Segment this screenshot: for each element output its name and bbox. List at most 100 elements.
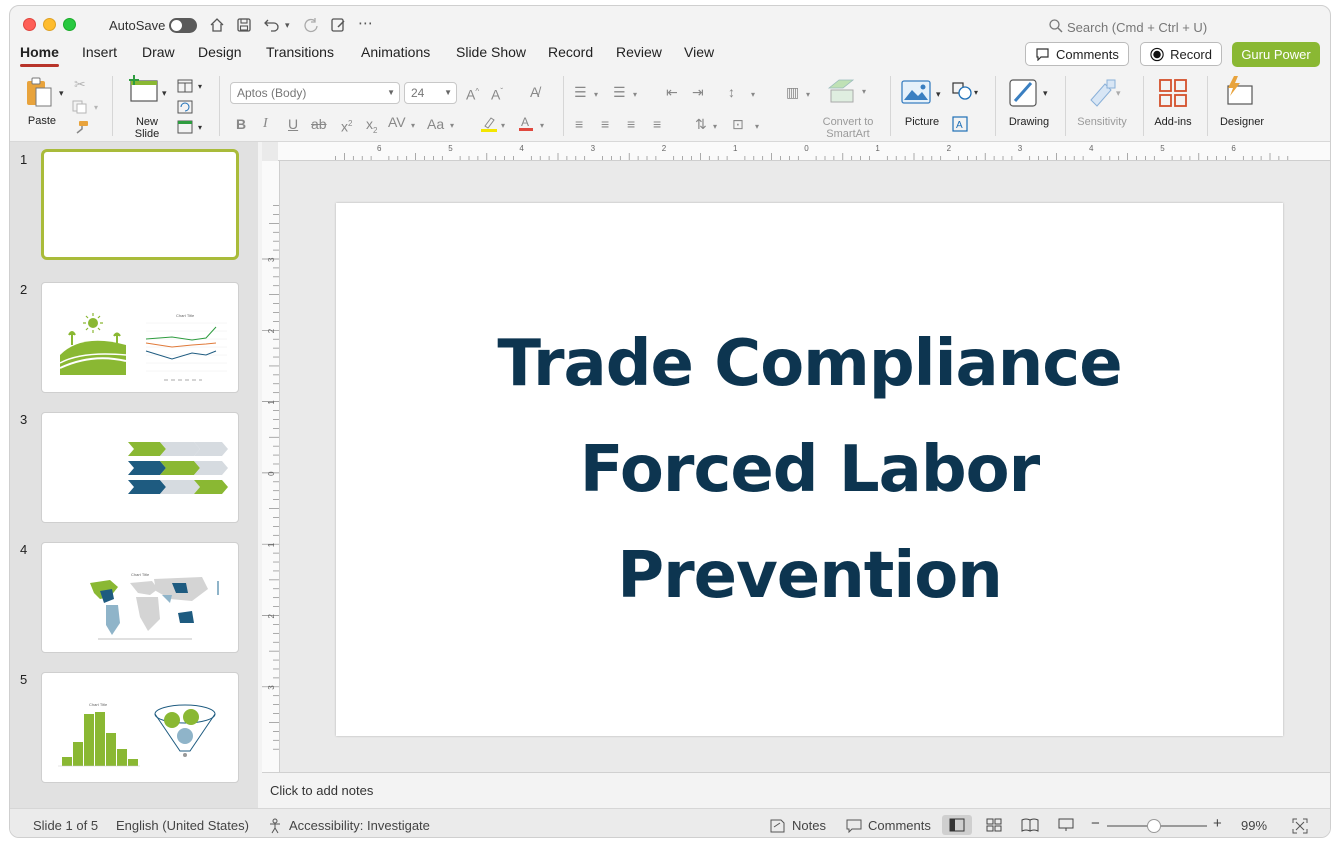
zoom-in-icon[interactable]: +: [1213, 815, 1222, 832]
tab-insert[interactable]: Insert: [82, 44, 117, 60]
tab-slide-show[interactable]: Slide Show: [456, 44, 526, 60]
search-input[interactable]: Search (Cmd + Ctrl + U): [1067, 20, 1207, 35]
italic-icon[interactable]: I: [263, 117, 268, 131]
highlight-icon[interactable]: [480, 116, 498, 132]
tab-transitions[interactable]: Transitions: [266, 44, 334, 60]
layout-dropdown-icon[interactable]: ▾: [198, 80, 202, 94]
add-ins-label[interactable]: Add-ins: [1150, 116, 1196, 128]
strikethrough-icon[interactable]: ab: [311, 117, 327, 131]
numbering-icon[interactable]: ☰: [613, 85, 626, 99]
decrease-indent-icon[interactable]: ⇤: [666, 85, 678, 99]
comments-button[interactable]: Comments: [1025, 42, 1129, 66]
new-slide-label-2[interactable]: Slide: [130, 128, 164, 140]
superscript-icon[interactable]: x2: [341, 117, 352, 134]
add-ins-icon[interactable]: [1159, 79, 1187, 107]
shapes-icon[interactable]: [952, 82, 972, 100]
chevron-down-icon[interactable]: ▾: [755, 120, 759, 134]
line-spacing-icon[interactable]: ↕: [728, 85, 735, 99]
sensitivity-icon[interactable]: [1087, 78, 1117, 108]
align-right-icon[interactable]: ≡: [627, 117, 635, 131]
slide-thumbnail-3[interactable]: [41, 412, 239, 523]
convert-smartart-label-1[interactable]: Convert to: [814, 116, 882, 128]
slide-thumbnail-4[interactable]: Chart Title: [41, 542, 239, 653]
sensitivity-label[interactable]: Sensitivity: [1074, 116, 1130, 128]
new-slide-dropdown-icon[interactable]: ▾: [162, 86, 167, 100]
tab-home[interactable]: Home: [20, 44, 59, 67]
chevron-down-icon[interactable]: ▾: [974, 86, 978, 100]
decrease-font-icon[interactable]: Aˇ: [491, 85, 503, 102]
slide-thumbnail-1[interactable]: [41, 149, 239, 260]
clear-formatting-icon[interactable]: A̸: [530, 85, 539, 99]
chevron-down-icon[interactable]: ▾: [501, 119, 505, 133]
tab-view[interactable]: View: [684, 44, 714, 60]
subscript-icon[interactable]: x2: [366, 117, 377, 138]
normal-view-button[interactable]: [942, 815, 972, 835]
increase-font-icon[interactable]: A^: [466, 85, 479, 102]
paste-dropdown-icon[interactable]: ▾: [59, 86, 64, 100]
drawing-icon[interactable]: [1009, 77, 1039, 109]
zoom-level[interactable]: 99%: [1241, 818, 1267, 833]
align-center-icon[interactable]: ≡: [601, 117, 609, 131]
tab-design[interactable]: Design: [198, 44, 242, 60]
autosave-toggle[interactable]: [169, 18, 197, 33]
font-size-select[interactable]: 24 ▼: [404, 82, 457, 104]
change-case-icon[interactable]: Aa: [427, 117, 444, 131]
convert-smartart-label-2[interactable]: SmartArt: [814, 128, 882, 140]
designer-label[interactable]: Designer: [1214, 116, 1270, 128]
character-spacing-icon[interactable]: AV: [388, 115, 406, 129]
bold-icon[interactable]: B: [236, 117, 246, 131]
picture-icon[interactable]: [901, 80, 931, 104]
drawing-label[interactable]: Drawing: [1004, 116, 1054, 128]
chevron-down-icon[interactable]: ▾: [594, 88, 598, 102]
section-dropdown-icon[interactable]: ▾: [198, 121, 202, 135]
designer-icon[interactable]: [1224, 76, 1254, 108]
zoom-slider-handle[interactable]: [1147, 819, 1161, 833]
picture-dropdown-icon[interactable]: ▾: [936, 87, 941, 101]
chevron-down-icon[interactable]: ▾: [862, 85, 866, 99]
notes-toggle[interactable]: Notes: [792, 818, 826, 833]
redo-icon[interactable]: [303, 17, 319, 33]
sensitivity-dropdown-icon[interactable]: ▾: [1116, 86, 1121, 100]
customize-icon[interactable]: [330, 17, 347, 33]
close-window-button[interactable]: [23, 18, 36, 31]
layout-icon[interactable]: [177, 79, 193, 93]
picture-label[interactable]: Picture: [898, 116, 946, 128]
language-status[interactable]: English (United States): [116, 818, 249, 833]
minimize-window-button[interactable]: [43, 18, 56, 31]
cut-icon[interactable]: ✂: [74, 77, 86, 91]
underline-icon[interactable]: U: [288, 117, 298, 131]
align-text-icon[interactable]: ⊡: [732, 117, 744, 131]
home-icon[interactable]: [209, 17, 225, 33]
reset-icon[interactable]: [177, 100, 193, 114]
text-direction-icon[interactable]: ⇅: [695, 117, 707, 131]
zoom-out-icon[interactable]: −: [1091, 815, 1100, 832]
tab-animations[interactable]: Animations: [361, 44, 430, 60]
copy-dropdown-icon[interactable]: ▾: [94, 101, 98, 115]
accessibility-icon[interactable]: [268, 818, 284, 834]
text-box-icon[interactable]: A: [952, 116, 968, 132]
tab-record[interactable]: Record: [548, 44, 593, 60]
slide-sorter-icon[interactable]: [986, 818, 1002, 832]
chevron-down-icon[interactable]: ▾: [751, 88, 755, 102]
drawing-dropdown-icon[interactable]: ▾: [1043, 86, 1048, 100]
record-button[interactable]: Record: [1140, 42, 1222, 66]
chevron-down-icon[interactable]: ▾: [411, 119, 415, 133]
fit-to-window-icon[interactable]: [1292, 818, 1308, 834]
smartart-icon[interactable]: [827, 78, 857, 104]
tab-review[interactable]: Review: [616, 44, 662, 60]
accessibility-status[interactable]: Accessibility: Investigate: [289, 818, 430, 833]
save-icon[interactable]: [236, 17, 252, 33]
slide-thumbnail-5[interactable]: Chart Title: [41, 672, 239, 783]
bullets-icon[interactable]: ☰: [574, 85, 587, 99]
slide-show-icon[interactable]: [1058, 818, 1074, 832]
comments-status-icon[interactable]: [846, 819, 862, 833]
slide-thumbnail-pane[interactable]: 1 2 Chart Title 3 4 Chart Title 5 Chart …: [10, 142, 258, 808]
guru-power-button[interactable]: Guru Power: [1232, 42, 1320, 67]
chevron-down-icon[interactable]: ▾: [633, 88, 637, 102]
chevron-down-icon[interactable]: ▾: [540, 119, 544, 133]
chevron-down-icon[interactable]: ▾: [806, 88, 810, 102]
chevron-down-icon[interactable]: ▾: [450, 119, 454, 133]
tab-draw[interactable]: Draw: [142, 44, 175, 60]
new-slide-icon[interactable]: [127, 75, 159, 103]
paste-label[interactable]: Paste: [25, 115, 59, 127]
